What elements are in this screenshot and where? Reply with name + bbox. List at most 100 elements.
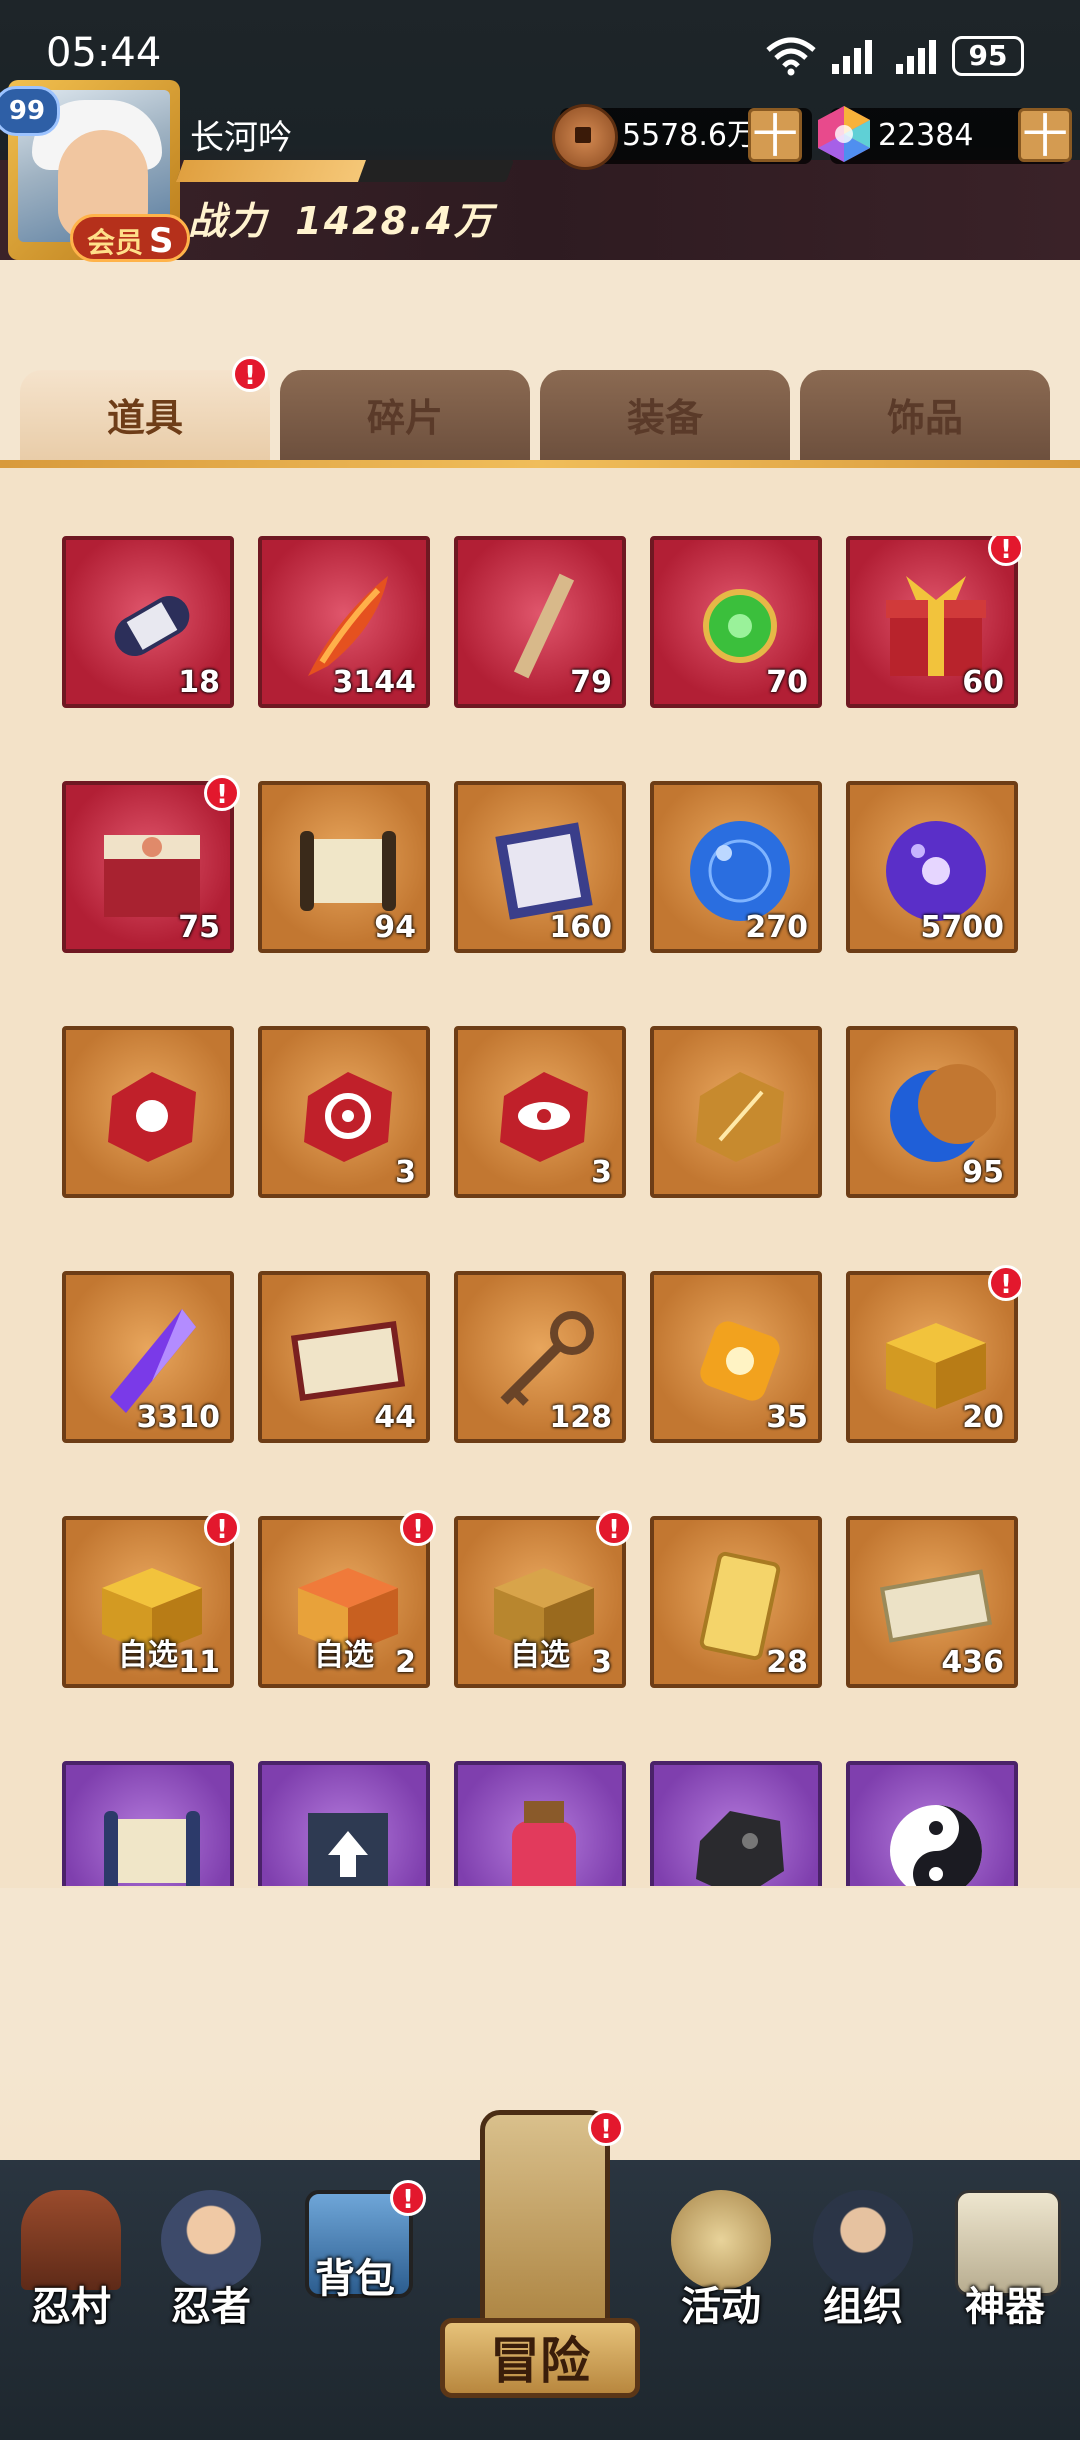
inventory-item[interactable]: 20! (846, 1265, 1022, 1443)
item-count: 28 (766, 1645, 808, 1680)
tab-underline (0, 460, 1080, 468)
copper-amount: 5578.6万 (622, 118, 757, 153)
inventory-item[interactable]: 3144 (258, 536, 430, 708)
inventory-item[interactable]: 70 (650, 536, 822, 708)
item-count: 3144 (332, 665, 417, 700)
add-copper-button[interactable]: 十 (748, 108, 802, 162)
inventory-item[interactable]: 3 (258, 1026, 430, 1198)
item-count: 44 (374, 1400, 416, 1435)
tab-items-label: 道具 (106, 396, 183, 440)
inventory-item[interactable]: 28 (650, 1516, 822, 1688)
inventory-item[interactable]: 95 (846, 1026, 1018, 1198)
black-ore-icon (680, 1791, 800, 1886)
nav-village-label: 忍村 (31, 2284, 111, 2330)
inventory-item[interactable]: 自选 2! (258, 1510, 436, 1688)
potion-jar-icon (484, 1791, 604, 1886)
item-count: 75 (178, 910, 220, 945)
tab-accessories[interactable]: 饰品 (800, 370, 1050, 466)
inventory-item[interactable]: 自选 3! (454, 1510, 632, 1688)
item-choice-tag: 自选 (314, 1638, 374, 1673)
tab-items[interactable]: 道具 (20, 370, 270, 466)
nav-backpack-badge: ! (390, 2180, 426, 2216)
inventory-item[interactable]: 35 (650, 1271, 822, 1443)
nav-adventure-label: 冒险 (440, 2318, 640, 2398)
tab-fragments[interactable]: 碎片 (280, 370, 530, 466)
item-count: 3 (395, 1155, 416, 1190)
combat-power: 战力 1428.4万 (188, 190, 494, 245)
nav-adventure[interactable]: 冒险 ! (440, 2110, 640, 2440)
player-level-badge: 99 (0, 86, 60, 136)
nav-events[interactable]: 活动 (656, 2180, 786, 2390)
vip-badge[interactable]: 会员 S (70, 214, 190, 262)
inventory-item[interactable] (650, 1761, 822, 1886)
nav-backpack[interactable]: 背包 ! (290, 2180, 426, 2390)
item-count: 128 (549, 1400, 612, 1435)
red-fist-stone-icon (92, 1056, 212, 1176)
inventory-item[interactable] (258, 1761, 430, 1886)
player-name: 长河吟 (190, 118, 292, 158)
nav-ninja-label: 忍者 (171, 2284, 251, 2330)
red-target-stone-icon (288, 1056, 408, 1176)
nav-village[interactable]: 忍村 (6, 2180, 136, 2390)
nav-artifact[interactable]: 神器 (940, 2180, 1070, 2390)
inventory-item[interactable]: 160 (454, 781, 626, 953)
copper-coin-icon (552, 104, 618, 170)
purple-scroll-icon (92, 1791, 212, 1886)
inventory-item[interactable] (846, 1761, 1018, 1886)
wifi-icon (764, 36, 818, 80)
item-count: 3310 (136, 1400, 221, 1435)
inventory-item[interactable]: 18 (62, 536, 234, 708)
inventory-item[interactable]: 44 (258, 1271, 430, 1443)
inventory-item[interactable] (62, 1026, 234, 1198)
power-label: 战力 (188, 199, 269, 243)
nav-organization[interactable]: 组织 (798, 2180, 928, 2390)
tab-items-badge: ! (232, 356, 268, 392)
item-alert-badge: ! (988, 1265, 1022, 1301)
nav-artifact-label: 神器 (965, 2284, 1045, 2330)
nav-organization-label: 组织 (823, 2284, 903, 2330)
inventory-item[interactable] (62, 1761, 234, 1886)
item-grid[interactable]: 18 3144 79 70 60! 75! 94 160 270 5700 3 3 95 3310 44 12… (62, 536, 1022, 1886)
item-count: 18 (178, 665, 220, 700)
gold-stone-icon (680, 1056, 800, 1176)
inventory-item[interactable]: 128 (454, 1271, 626, 1443)
item-count: 20 (962, 1400, 1004, 1435)
item-count: 79 (570, 665, 612, 700)
nav-ninja[interactable]: 忍者 (146, 2180, 276, 2390)
inventory-item[interactable]: 3 (454, 1026, 626, 1198)
item-count: 94 (374, 910, 416, 945)
inventory-item[interactable]: 436 (846, 1516, 1018, 1688)
inventory-item[interactable]: 94 (258, 781, 430, 953)
inventory-item[interactable]: 3310 (62, 1271, 234, 1443)
item-count: 35 (766, 1400, 808, 1435)
tab-equipment[interactable]: 装备 (540, 370, 790, 466)
gem-amount: 22384 (878, 118, 974, 153)
red-eye-stone-icon (484, 1056, 604, 1176)
inventory-item[interactable]: 自选 11! (62, 1510, 240, 1688)
tab-equipment-label: 装备 (626, 396, 703, 440)
inventory-item[interactable]: 270 (650, 781, 822, 953)
inventory-item[interactable]: 75! (62, 775, 240, 953)
inventory-item[interactable]: 5700 (846, 781, 1018, 953)
yin-yang-icon (876, 1791, 996, 1886)
tab-accessories-label: 饰品 (886, 396, 963, 440)
item-count: 5700 (920, 910, 1005, 945)
item-count: 3 (591, 1155, 612, 1190)
item-count: 11 (178, 1645, 220, 1680)
tab-fragments-label: 碎片 (366, 396, 443, 440)
item-count: 2 (395, 1645, 416, 1680)
inventory-item[interactable] (454, 1761, 626, 1886)
item-alert-badge: ! (204, 775, 240, 811)
item-count: 270 (745, 910, 808, 945)
add-gem-button[interactable]: 十 (1018, 108, 1072, 162)
vip-label: 会员 (87, 226, 144, 259)
inventory-item[interactable]: 60! (846, 536, 1022, 708)
signal-icon-2 (894, 38, 940, 78)
inventory-item[interactable]: 79 (454, 536, 626, 708)
adventure-scroll-icon (480, 2110, 610, 2350)
item-choice-tag: 自选 (118, 1638, 178, 1673)
item-count: 70 (766, 665, 808, 700)
inventory-item[interactable] (650, 1026, 822, 1198)
exp-bar (175, 160, 515, 182)
status-time: 05:44 (46, 30, 162, 76)
